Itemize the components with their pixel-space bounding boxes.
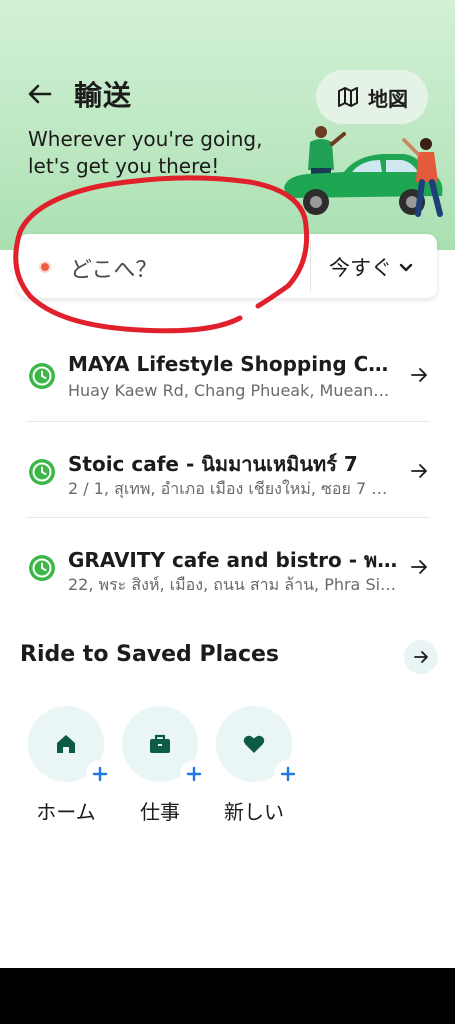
saved-place-label: ホーム [36,800,96,824]
map-button[interactable]: 地図 [316,70,428,124]
home-icon [57,735,75,753]
arrow-right-icon [411,560,427,574]
recent-place-address: 2 / 1, สุเทพ, อำเภอ เมือง เชียงใหม่, ซอย… [68,479,398,498]
list-divider [26,517,430,518]
recent-place-name: Stoic cafe - นิมมานเหมินทร์ 7 [68,452,358,476]
destination-search-card[interactable]: どこへ？ 今すぐ [18,234,437,298]
arrow-right-icon [411,368,427,382]
plus-icon [280,766,296,782]
back-button[interactable] [24,78,56,110]
divider [310,240,311,292]
recent-destination-item[interactable]: GRAVITY cafe and bistro - พระสิงห์ 22, พ… [24,532,436,628]
back-arrow-icon [28,84,52,104]
page-title: 輸送 [74,79,133,112]
recent-place-name: MAYA Lifestyle Shopping Center [68,352,398,376]
add-home-button[interactable] [86,760,114,788]
add-work-button[interactable] [180,760,208,788]
add-new-place-button[interactable] [274,760,302,788]
briefcase-icon [150,734,170,753]
recent-place-address: 22, พระ สิงห์, เมือง, ถนน สาม ล้าน, Phra… [68,575,398,594]
saved-places-title: Ride to Saved Places [20,642,280,667]
heart-icon [243,735,265,753]
saved-place-label: 新しい [224,800,284,824]
arrow-right-icon [414,651,428,663]
clock-icon [29,459,55,485]
plus-icon [92,766,108,782]
chevron-down-icon [399,263,413,272]
recent-place-name: GRAVITY cafe and bistro - พระสิงห์ [68,548,398,572]
system-navigation-bar [0,968,455,1024]
clock-icon [29,363,55,389]
time-selector-label: 今すぐ [329,256,392,280]
recent-place-address: Huay Kaew Rd, Chang Phueak, Mueang Chian… [68,381,398,400]
clock-icon [29,555,55,581]
arrow-right-icon [411,464,427,478]
saved-place-new[interactable]: 新しい [208,706,302,826]
plus-icon [186,766,202,782]
map-icon [338,87,358,107]
time-selector[interactable]: 今すぐ [329,252,414,282]
header: 輸送 地図 Wherever you're going, let's get y… [0,0,455,250]
car-illustration [284,126,443,217]
saved-place-label: 仕事 [140,800,180,824]
map-button-label: 地図 [368,86,408,111]
destination-input[interactable]: どこへ？ [70,252,157,284]
tagline: Wherever you're going, let's get you the… [28,127,263,178]
saved-place-home[interactable]: ホーム [20,706,114,826]
saved-places-more-button[interactable] [404,640,438,674]
pickup-dot-icon [39,261,51,273]
saved-place-work[interactable]: 仕事 [114,706,208,826]
list-divider [26,421,430,422]
